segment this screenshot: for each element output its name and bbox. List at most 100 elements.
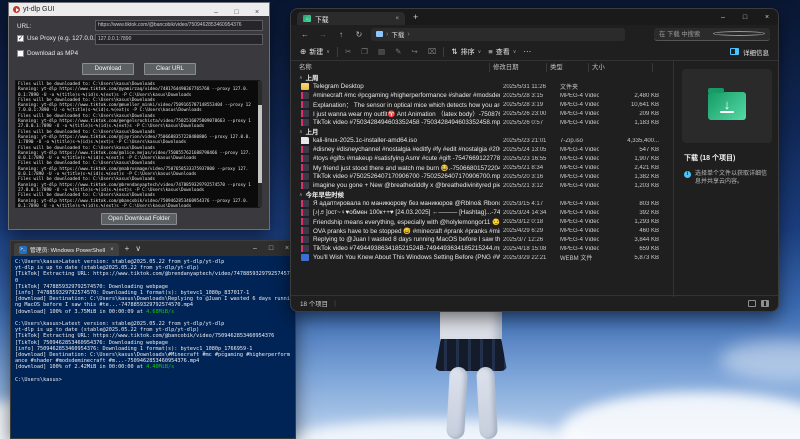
file-row[interactable]: Friendship means everything, especially … (291, 217, 673, 226)
details-pane-hint-row: i 选择单个文件以获取详细信息并共享云内容。 (674, 163, 779, 194)
video-icon (301, 155, 309, 162)
refresh-icon[interactable]: ↻ (353, 30, 365, 39)
powershell-tab[interactable]: >_ 管理员: Windows PowerShell × (14, 243, 119, 256)
powershell-titlebar[interactable]: >_ 管理员: Windows PowerShell × + ∨ – □ × (11, 241, 295, 256)
group-header[interactable]: ∧上周 (291, 73, 673, 82)
details-pane-icon (730, 48, 739, 55)
file-row[interactable]: [♪|♬]ост~♀♥обмен 100к++♥ [24.03.2025] ←―… (291, 208, 673, 217)
file-type: MPEG-4 Video (557, 246, 599, 252)
sort-button[interactable]: ⇅ 排序 ∨ (451, 47, 481, 57)
file-row[interactable]: imagine you gone + New @breathediddly x … (291, 181, 673, 190)
list-view-icon[interactable] (748, 300, 756, 307)
ytdlp-log[interactable]: Files will be downloaded to: C:\Users\ka… (15, 80, 260, 208)
file-row[interactable]: My friend just stood there and watch me … (291, 163, 673, 172)
close-icon[interactable]: × (756, 9, 778, 25)
file-name: My friend just stood there and watch me … (313, 164, 500, 172)
explorer-command-bar: ⊕ 新建 ∨ ✂ ❐ ▤ ✎ ↪ ⌧ ⇅ 排序 ∨ ≡ 查看 ∨ ⋯ 详细信息 (291, 43, 778, 61)
maximize-icon[interactable]: □ (734, 9, 756, 25)
url-input[interactable]: https://www.tiktok.com/@bancobik/video/7… (95, 20, 263, 31)
file-type: MPEG-4 Video (557, 237, 599, 243)
share-icon[interactable]: ↪ (411, 47, 417, 56)
group-header[interactable]: ∧上月 (291, 127, 673, 136)
explorer-tabbar[interactable]: ↓ 下载 × + – □ × (291, 9, 778, 25)
cut-icon[interactable]: ✂ (345, 47, 351, 56)
file-row[interactable]: TikTok video #7494493863418521524B-74944… (291, 244, 673, 253)
new-tab-icon[interactable]: + (413, 12, 418, 22)
file-row[interactable]: Explanation： The sensor in optical mice … (291, 100, 673, 109)
proxy-input[interactable]: 127.0.0.1:7890 (95, 34, 263, 45)
file-row[interactable]: OVA pranks have to be stopped 😅 #minecra… (291, 226, 673, 235)
file-name: Friendship means everything, especially … (313, 218, 500, 226)
details-preview: ↓ (682, 69, 772, 143)
file-name: TikTok video #7502526407170906700 -75025… (313, 173, 500, 180)
file-row[interactable]: #toys #gifts #makeup #satisfying Asmr #c… (291, 154, 673, 163)
details-pane-toggle[interactable]: 详细信息 (730, 47, 769, 57)
file-row[interactable]: TikTok video #7502526407170906700 -75025… (291, 172, 673, 181)
forward-icon[interactable]: → (317, 30, 329, 39)
file-row[interactable]: kali-linux-2025.1c-installer-amd64.iso20… (291, 136, 673, 145)
up-icon[interactable]: ↑ (335, 30, 347, 39)
download-button[interactable]: Download (82, 63, 134, 75)
search-placeholder: 在 下载 中搜索 (659, 29, 709, 38)
file-row[interactable]: I just wanna wear my outfit♈ Ant Animati… (291, 109, 673, 118)
column-name[interactable]: 名称 (291, 63, 490, 72)
breadcrumb[interactable]: 下载 (391, 29, 404, 39)
minimize-icon[interactable]: – (247, 241, 263, 256)
details-pane-title: 下载 (18 个项目) (674, 151, 779, 163)
close-icon[interactable]: × (249, 9, 265, 16)
file-date: 2025/5/28 3:15 (500, 93, 557, 99)
tab-close-icon[interactable]: × (110, 247, 114, 253)
file-row[interactable]: #disney #disneychannel #nostalgia #editf… (291, 145, 673, 154)
toolbar-icons: ✂ ❐ ▤ ✎ ↪ ⌧ (345, 47, 436, 56)
ytdlp-titlebar[interactable]: yt-dlp GUI – □ × (9, 3, 269, 16)
tab-close-icon[interactable]: × (395, 16, 399, 22)
more-icon[interactable]: ⋯ (523, 47, 531, 56)
explorer-tab-downloads[interactable]: ↓ 下载 × (297, 12, 405, 25)
file-type: MPEG-4 Video (557, 102, 599, 108)
back-icon[interactable]: ← (299, 30, 311, 39)
file-size: 460 KB (599, 228, 659, 234)
tab-dropdown-icon[interactable]: ∨ (135, 244, 141, 253)
powershell-output[interactable]: C:\Users\kasus>Latest version: stable@20… (11, 256, 295, 438)
maximize-icon[interactable]: □ (229, 9, 245, 16)
maximize-icon[interactable]: □ (263, 241, 279, 256)
delete-icon[interactable]: ⌧ (428, 47, 437, 56)
file-row[interactable]: #minecraft #mc #pcgaming #higherperforma… (291, 91, 673, 100)
large-icons-view-icon[interactable] (761, 300, 769, 307)
file-row[interactable]: You'll Wish You Knew About This Windows … (291, 253, 673, 262)
column-size[interactable]: 大小 (589, 63, 653, 72)
video-icon (301, 182, 309, 189)
column-type[interactable]: 类型 (547, 63, 589, 72)
search-input[interactable]: 在 下载 中搜索 (654, 28, 770, 41)
file-type: MPEG-4 Video (557, 120, 599, 126)
copy-icon[interactable]: ❐ (361, 47, 368, 56)
file-date: 2025/4/18 15:08 (500, 246, 557, 252)
minimize-icon[interactable]: – (712, 9, 734, 25)
view-button[interactable]: ≡ 查看 ∨ (488, 47, 516, 57)
clear-url-button[interactable]: Clear URL (144, 63, 196, 75)
file-size: 1,382 KB (599, 174, 659, 180)
file-size: 803 KB (599, 201, 659, 207)
paste-icon[interactable]: ▤ (378, 47, 385, 56)
address-bar[interactable]: › 下载 › (371, 28, 625, 41)
log-scrollbar[interactable] (258, 81, 262, 207)
column-date-modified[interactable]: 修改日期 (490, 63, 547, 72)
new-tab-icon[interactable]: + (125, 244, 130, 253)
file-row[interactable]: TikTok video #7503428494603352458 -75034… (291, 118, 673, 127)
ytdlp-gui-window: yt-dlp GUI – □ × URL: https://www.tiktok… (8, 2, 270, 230)
folder-icon (301, 83, 309, 90)
downloads-folder-icon: ↓ (303, 15, 311, 22)
log-line: Running: yt-dlp https://www.tiktok.com/@… (18, 199, 253, 208)
file-row[interactable]: Replying to @Juan I wasted 8 days runnin… (291, 235, 673, 244)
group-header[interactable]: ∧今年早些时候 (291, 190, 673, 199)
new-button[interactable]: ⊕ 新建 ∨ (300, 47, 330, 57)
file-row[interactable]: Я адаптировала по маникюрову без маникюр… (291, 199, 673, 208)
rename-icon[interactable]: ✎ (395, 47, 401, 56)
proxy-checkbox[interactable]: ✓ (17, 35, 24, 42)
file-row[interactable]: Telegram Desktop2025/5/31 11:26文件夹 (291, 82, 673, 91)
file-date: 2025/5/21 8:34 (500, 165, 557, 171)
minimize-icon[interactable]: – (208, 9, 224, 16)
open-download-folder-button[interactable]: Open Download Folder (101, 213, 177, 225)
mp4-checkbox[interactable] (17, 50, 24, 57)
file-list[interactable]: ∧上周Telegram Desktop2025/5/31 11:26文件夹#mi… (291, 73, 673, 297)
